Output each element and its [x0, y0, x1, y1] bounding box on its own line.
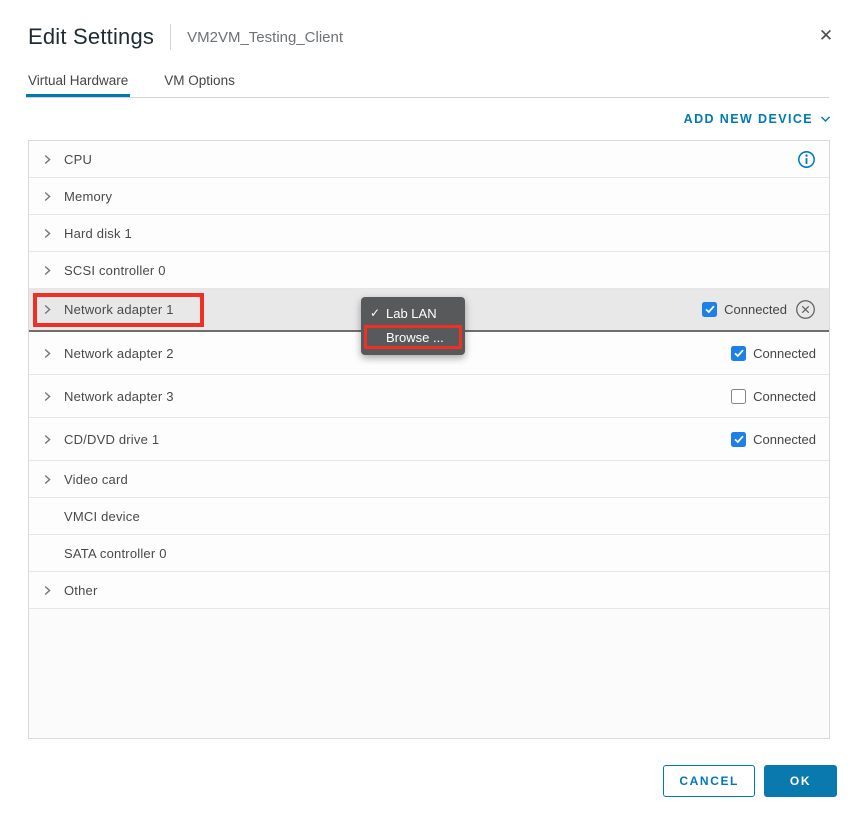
toolbar: ADD NEW DEVICE	[0, 98, 857, 140]
connected-label: Connected	[753, 432, 816, 447]
chevron-right-icon[interactable]	[43, 304, 54, 315]
device-row-hard-disk-1[interactable]: Hard disk 1	[29, 215, 829, 252]
connected-checkbox[interactable]	[702, 302, 717, 317]
connected-checkbox[interactable]	[731, 432, 746, 447]
title-divider	[170, 24, 171, 50]
row-right: Connected	[731, 346, 816, 361]
device-label: SCSI controller 0	[64, 263, 166, 278]
connected-label: Connected	[724, 302, 787, 317]
connected-label: Connected	[753, 346, 816, 361]
device-row-scsi-controller-0[interactable]: SCSI controller 0	[29, 252, 829, 289]
chevron-right-icon[interactable]	[43, 228, 54, 239]
dropdown-item-browse[interactable]: Browse ...	[364, 325, 462, 349]
device-row-video-card[interactable]: Video card	[29, 461, 829, 498]
chevron-down-icon	[820, 115, 831, 123]
chevron-right-icon[interactable]	[43, 434, 54, 445]
dropdown-item-lab-lan[interactable]: ✓Lab LAN	[361, 302, 465, 324]
device-list: CPU Memory Hard disk 1 SCSI controller 0 Net…	[28, 140, 830, 739]
device-row-cd-dvd-drive-1[interactable]: CD/DVD drive 1 Connected	[29, 418, 829, 461]
add-new-device-button[interactable]: ADD NEW DEVICE	[684, 112, 831, 126]
device-label: Network adapter 3	[64, 389, 174, 404]
chevron-right-icon[interactable]	[43, 191, 54, 202]
ok-button[interactable]: OK	[764, 765, 837, 797]
connected-checkbox[interactable]	[731, 346, 746, 361]
device-row-cpu[interactable]: CPU	[29, 141, 829, 178]
device-label: Network adapter 2	[64, 346, 174, 361]
vm-name: VM2VM_Testing_Client	[187, 29, 343, 46]
checkmark-icon: ✓	[370, 306, 386, 320]
device-row-memory[interactable]: Memory	[29, 178, 829, 215]
row-right: Connected	[731, 432, 816, 447]
dropdown-item-label: Browse ...	[386, 330, 444, 345]
dropdown-item-label: Lab LAN	[386, 306, 437, 321]
connected-checkbox[interactable]	[731, 389, 746, 404]
device-label: SATA controller 0	[64, 546, 167, 561]
network-dropdown-menu: ✓Lab LAN Browse ...	[361, 297, 465, 355]
row-right: Connected	[731, 389, 816, 404]
chevron-right-icon[interactable]	[43, 585, 54, 596]
device-label: Hard disk 1	[64, 226, 132, 241]
footer: CANCEL OK	[663, 765, 837, 797]
device-row-sata-controller-0: SATA controller 0	[29, 535, 829, 572]
device-label: Other	[64, 583, 98, 598]
tab-vm-options[interactable]: VM Options	[162, 66, 237, 97]
dialog-header: Edit Settings VM2VM_Testing_Client	[0, 0, 857, 50]
info-icon[interactable]	[797, 150, 816, 169]
device-row-vmci-device: VMCI device	[29, 498, 829, 535]
device-row-other[interactable]: Other	[29, 572, 829, 609]
chevron-right-icon[interactable]	[43, 154, 54, 165]
device-label: VMCI device	[64, 509, 140, 524]
device-label: Video card	[64, 472, 128, 487]
close-icon[interactable]: ✕	[815, 25, 837, 47]
device-label: CPU	[64, 152, 92, 167]
device-row-network-adapter-3[interactable]: Network adapter 3 Connected	[29, 375, 829, 418]
tab-virtual-hardware[interactable]: Virtual Hardware	[26, 66, 130, 97]
chevron-right-icon[interactable]	[43, 265, 54, 276]
device-label: Memory	[64, 189, 112, 204]
chevron-right-icon[interactable]	[43, 391, 54, 402]
remove-device-icon[interactable]	[795, 299, 816, 320]
connected-label: Connected	[753, 389, 816, 404]
row-right	[797, 150, 816, 169]
add-new-device-label: ADD NEW DEVICE	[684, 112, 813, 126]
chevron-right-icon[interactable]	[43, 474, 54, 485]
dialog-title: Edit Settings	[28, 24, 154, 50]
row-right: Connected	[702, 299, 816, 320]
tab-bar: Virtual Hardware VM Options	[26, 66, 829, 98]
device-label: Network adapter 1	[64, 302, 174, 317]
chevron-right-icon[interactable]	[43, 348, 54, 359]
device-label: CD/DVD drive 1	[64, 432, 159, 447]
cancel-button[interactable]: CANCEL	[663, 765, 755, 797]
